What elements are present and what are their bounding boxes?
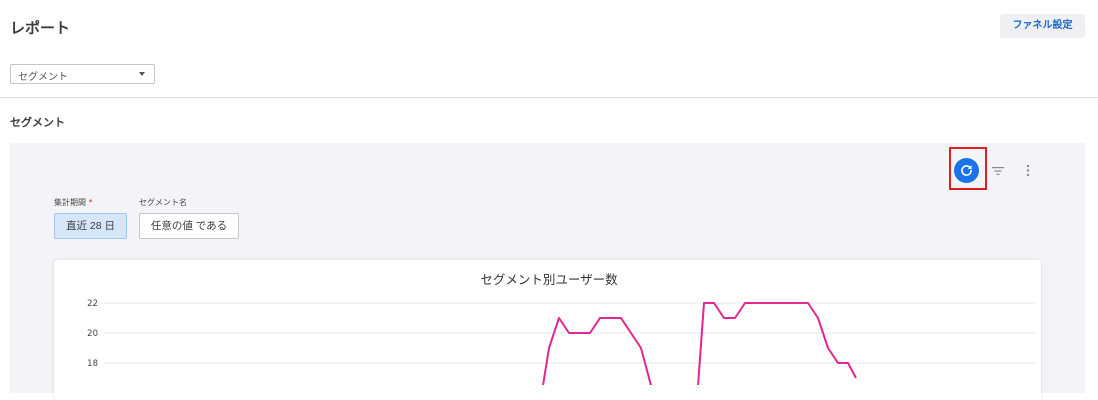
y-tick-label: 20 bbox=[87, 329, 98, 339]
y-tick-label: 22 bbox=[87, 299, 98, 309]
series-line-segment-1 bbox=[697, 302, 857, 385]
series-line-segment-0 bbox=[542, 317, 652, 385]
line-chart: 22 20 18 bbox=[87, 299, 1035, 385]
y-tick-label: 18 bbox=[87, 359, 98, 369]
